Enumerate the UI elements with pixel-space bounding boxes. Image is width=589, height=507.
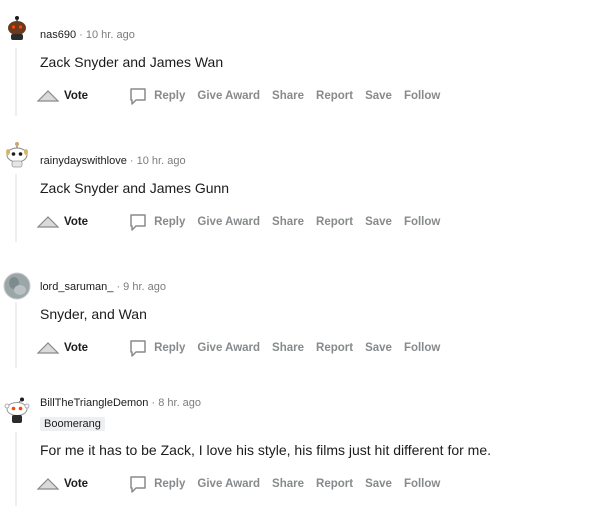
upvote-icon[interactable] <box>36 214 60 230</box>
photo-avatar-icon[interactable] <box>3 272 31 300</box>
vote-button[interactable]: Vote <box>36 340 88 356</box>
speech-bubble-icon <box>130 476 146 493</box>
vote-label: Vote <box>64 342 89 354</box>
thread-line[interactable] <box>15 432 17 506</box>
give-award-button[interactable]: Give Award <box>197 216 260 228</box>
vote-label: Vote <box>64 90 89 102</box>
vote-button[interactable]: Vote <box>36 476 88 492</box>
timestamp[interactable]: 9 hr. ago <box>123 281 166 293</box>
reply-button[interactable]: Reply <box>128 212 185 232</box>
snoo-avatar-default-icon[interactable] <box>3 396 31 424</box>
speech-bubble-icon <box>130 214 146 231</box>
snoo-avatar-dark-icon[interactable] <box>3 12 31 40</box>
reply-button[interactable]: Reply <box>128 86 185 106</box>
give-award-button[interactable]: Give Award <box>197 342 260 354</box>
meta-separator: · <box>116 281 121 293</box>
comment-actions: Vote Reply Give Award Share Report Save … <box>36 212 440 232</box>
upvote-icon[interactable] <box>36 88 60 104</box>
author-link[interactable]: nas690 <box>40 29 76 41</box>
comment-actions: Vote Reply Give Award Share Report Save … <box>36 86 440 106</box>
reply-button[interactable]: Reply <box>128 474 185 494</box>
save-button[interactable]: Save <box>365 90 392 102</box>
give-award-button[interactable]: Give Award <box>197 478 260 490</box>
share-button[interactable]: Share <box>272 478 304 490</box>
timestamp[interactable]: 10 hr. ago <box>86 29 135 41</box>
reply-button[interactable]: Reply <box>128 338 185 358</box>
reply-label: Reply <box>154 216 186 228</box>
comment-meta: nas690 · 10 hr. ago <box>40 29 135 41</box>
comment-meta: rainydayswithlove · 10 hr. ago <box>40 155 186 167</box>
thread-line[interactable] <box>15 302 17 368</box>
timestamp[interactable]: 10 hr. ago <box>137 155 186 167</box>
thread-line[interactable] <box>15 48 17 116</box>
follow-button[interactable]: Follow <box>404 478 440 490</box>
reply-label: Reply <box>154 478 186 490</box>
give-award-button[interactable]: Give Award <box>197 90 260 102</box>
comment-meta: BillTheTriangleDemon · 8 hr. ago <box>40 397 201 409</box>
vote-button[interactable]: Vote <box>36 88 88 104</box>
report-button[interactable]: Report <box>316 342 353 354</box>
share-button[interactable]: Share <box>272 90 304 102</box>
vote-label: Vote <box>64 216 89 228</box>
user-flair: Boomerang <box>40 417 105 431</box>
thread-line[interactable] <box>15 174 17 242</box>
report-button[interactable]: Report <box>316 216 353 228</box>
save-button[interactable]: Save <box>365 478 392 490</box>
comment-actions: Vote Reply Give Award Share Report Save … <box>36 338 440 358</box>
speech-bubble-icon <box>130 340 146 357</box>
save-button[interactable]: Save <box>365 342 392 354</box>
comment-body: For me it has to be Zack, I love his sty… <box>40 442 492 458</box>
comment-body: Snyder, and Wan <box>40 306 147 322</box>
comment-actions: Vote Reply Give Award Share Report Save … <box>36 474 440 494</box>
timestamp[interactable]: 8 hr. ago <box>158 397 201 409</box>
speech-bubble-icon <box>130 88 146 105</box>
author-link[interactable]: BillTheTriangleDemon <box>40 397 148 409</box>
upvote-icon[interactable] <box>36 476 60 492</box>
comment-meta: lord_saruman_ · 9 hr. ago <box>40 281 166 293</box>
share-button[interactable]: Share <box>272 216 304 228</box>
follow-button[interactable]: Follow <box>404 216 440 228</box>
share-button[interactable]: Share <box>272 342 304 354</box>
report-button[interactable]: Report <box>316 90 353 102</box>
meta-separator: · <box>151 397 156 409</box>
reply-label: Reply <box>154 342 186 354</box>
author-link[interactable]: rainydayswithlove <box>40 155 127 167</box>
vote-button[interactable]: Vote <box>36 214 88 230</box>
comment-body: Zack Snyder and James Gunn <box>40 180 230 196</box>
follow-button[interactable]: Follow <box>404 90 440 102</box>
meta-separator: · <box>79 29 83 41</box>
vote-label: Vote <box>64 478 89 490</box>
author-link[interactable]: lord_saruman_ <box>40 281 113 293</box>
comment-body: Zack Snyder and James Wan <box>40 54 224 70</box>
report-button[interactable]: Report <box>316 478 353 490</box>
reply-label: Reply <box>154 90 186 102</box>
save-button[interactable]: Save <box>365 216 392 228</box>
upvote-icon[interactable] <box>36 340 60 356</box>
meta-separator: · <box>129 155 134 167</box>
snoo-avatar-light-icon[interactable] <box>3 140 31 168</box>
follow-button[interactable]: Follow <box>404 342 440 354</box>
